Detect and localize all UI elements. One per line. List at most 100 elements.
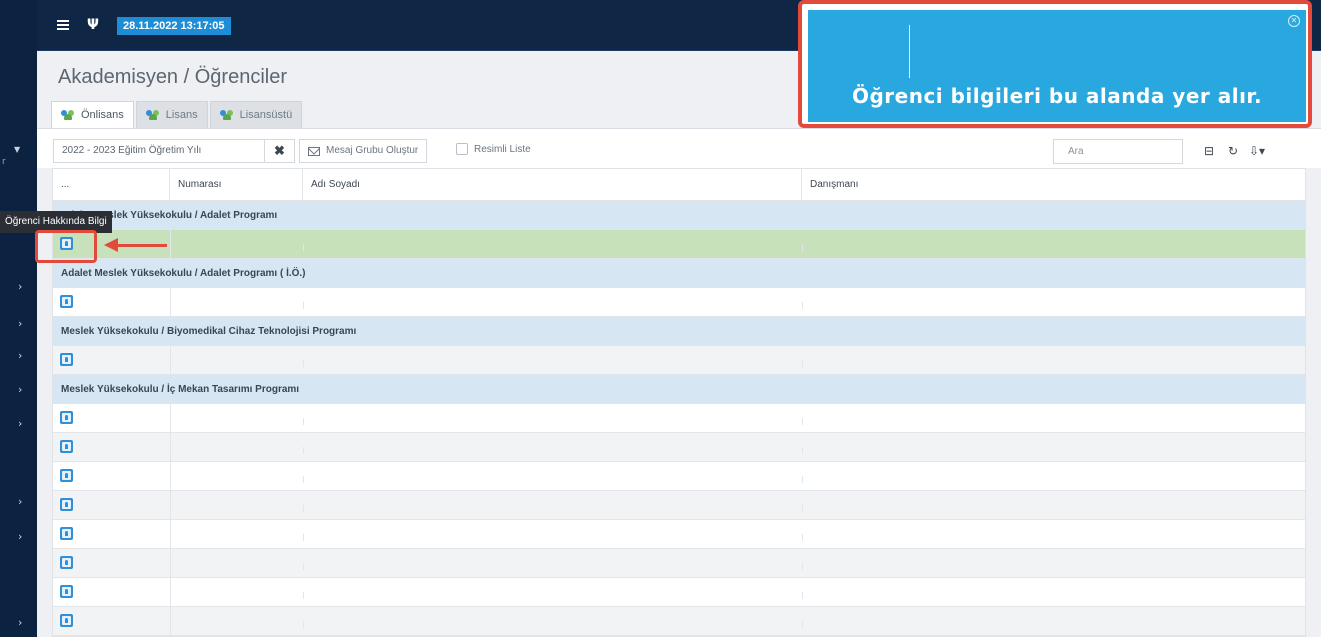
users-icon (219, 110, 236, 120)
student-info-icon[interactable] (60, 295, 73, 308)
cell-divider (802, 360, 803, 367)
table-row[interactable] (53, 404, 1305, 433)
hamburger-menu-icon[interactable] (57, 20, 69, 30)
photo-list-checkbox[interactable]: Resimli Liste (456, 143, 531, 155)
sidebar-chevron-icon[interactable]: › (18, 617, 22, 629)
table-row[interactable] (53, 433, 1305, 462)
academic-year-select[interactable]: 2022 - 2023 Eğitim Öğretim Yılı ✖ (53, 139, 295, 163)
tab-onlisans[interactable]: Önlisans (51, 101, 134, 128)
sidebar-chevron-icon[interactable]: › (18, 350, 22, 362)
refresh-icon[interactable]: ↻ (1221, 139, 1245, 164)
column-header-name[interactable]: Adı Soyadı (303, 169, 802, 201)
group-row[interactable]: Meslek Yüksekokulu / İç Mekan Tasarımı P… (53, 375, 1305, 404)
table-row[interactable] (53, 491, 1305, 520)
group-label: Meslek Yüksekokulu / Biyomedikal Cihaz T… (61, 326, 357, 337)
search-input[interactable]: Ara (1053, 139, 1183, 164)
cell-divider (802, 418, 803, 425)
checkbox-box[interactable] (456, 143, 468, 155)
annotation-arrow (116, 244, 167, 247)
table-row[interactable] (53, 578, 1305, 607)
tab-lisans[interactable]: Lisans (135, 101, 208, 128)
cell-divider (802, 592, 803, 599)
toggle-view-icon[interactable]: ⊟ (1197, 139, 1221, 164)
student-info-icon[interactable] (60, 353, 73, 366)
table-row[interactable] (53, 549, 1305, 578)
envelope-icon (308, 146, 320, 156)
create-message-group-label: Mesaj Grubu Oluştur (326, 145, 419, 156)
info-callout: ✕ Öğrenci bilgileri bu alanda yer alır. (798, 0, 1312, 128)
cell-divider (303, 563, 304, 570)
table-row[interactable] (53, 462, 1305, 491)
group-row[interactable]: Adalet Meslek Yüksekokulu / Adalet Progr… (53, 201, 1305, 230)
app-root: ▼ r › › › › › › › › Ψ 28.11.2022 13:17:0… (0, 0, 1321, 637)
student-info-icon[interactable] (60, 440, 73, 453)
student-info-icon[interactable] (60, 498, 73, 511)
sidebar-collapse-icon[interactable]: ▼ (14, 145, 20, 154)
group-label: Meslek Yüksekokulu / İç Mekan Tasarımı P… (61, 384, 300, 395)
academic-year-value: 2022 - 2023 Eğitim Öğretim Yılı (62, 145, 202, 156)
cell-divider (303, 447, 304, 454)
clear-selection-button[interactable]: ✖ (264, 139, 294, 163)
table-row[interactable] (53, 346, 1305, 375)
toolbar-icon-group: ⊟ ↻ ⇩▾ (1197, 139, 1269, 164)
cell-divider (802, 621, 803, 628)
column-header-advisor[interactable]: Danışmanı (802, 169, 1305, 201)
column-header-actions[interactable]: ... (53, 169, 170, 201)
cell-divider (802, 302, 803, 309)
student-info-icon[interactable] (60, 527, 73, 540)
tab-lisansustu[interactable]: Lisansüstü (209, 101, 303, 128)
sidebar-chevron-icon[interactable]: › (18, 531, 22, 543)
tab-label: Lisansüstü (239, 109, 293, 121)
sidebar-chevron-icon[interactable]: › (18, 318, 22, 330)
column-header-number[interactable]: Numarası (170, 169, 303, 201)
users-icon (145, 110, 162, 120)
cell-divider (802, 534, 803, 541)
student-info-icon[interactable] (60, 556, 73, 569)
cell-divider (170, 288, 171, 317)
student-info-icon[interactable] (60, 585, 73, 598)
text-cursor (909, 25, 910, 78)
cell-divider (303, 418, 304, 425)
create-message-group-button[interactable]: Mesaj Grubu Oluştur (299, 139, 428, 163)
group-row[interactable]: Meslek Yüksekokulu / Biyomedikal Cihaz T… (53, 317, 1305, 346)
cell-divider (303, 534, 304, 541)
cell-divider (170, 578, 171, 607)
sidebar-chevron-icon[interactable]: › (18, 496, 22, 508)
close-icon[interactable]: ✕ (1288, 15, 1300, 27)
sidebar-chevron-icon[interactable]: › (18, 418, 22, 430)
cell-divider (303, 244, 304, 251)
users-icon (61, 110, 77, 120)
cell-divider (170, 549, 171, 578)
export-dropdown-icon[interactable]: ⇩▾ (1245, 139, 1269, 164)
cell-divider (303, 621, 304, 628)
table-row[interactable] (53, 520, 1305, 549)
student-info-icon[interactable] (60, 614, 73, 627)
datetime-badge: 28.11.2022 13:17:05 (117, 17, 231, 35)
cell-divider (303, 505, 304, 512)
toolbar: 2022 - 2023 Eğitim Öğretim Yılı ✖ Mesaj … (37, 128, 1321, 168)
cell-divider (303, 360, 304, 367)
cell-divider (170, 607, 171, 636)
sidebar-fragment-icon: r (2, 157, 6, 167)
highlight-box (35, 230, 97, 263)
table-row[interactable] (53, 288, 1305, 317)
cell-divider (170, 491, 171, 520)
cell-divider (303, 592, 304, 599)
table-row[interactable] (53, 230, 1305, 259)
student-info-icon[interactable] (60, 411, 73, 424)
cell-divider (802, 244, 803, 251)
group-row[interactable]: Adalet Meslek Yüksekokulu / Adalet Progr… (53, 259, 1305, 288)
group-label: Adalet Meslek Yüksekokulu / Adalet Progr… (61, 268, 306, 279)
sidebar-chevron-icon[interactable]: › (18, 281, 22, 293)
page-title: Akademisyen / Öğrenciler (58, 66, 287, 88)
cell-divider (802, 505, 803, 512)
sidebar-chevron-icon[interactable]: › (18, 384, 22, 396)
student-info-icon[interactable] (60, 469, 73, 482)
cell-divider (170, 346, 171, 375)
table-row[interactable] (53, 607, 1305, 636)
restaurant-icon[interactable]: Ψ (87, 17, 99, 33)
cell-divider (303, 476, 304, 483)
cell-divider (170, 462, 171, 491)
left-sidebar: ▼ r › › › › › › › › (0, 0, 37, 637)
photo-list-label: Resimli Liste (474, 143, 531, 155)
